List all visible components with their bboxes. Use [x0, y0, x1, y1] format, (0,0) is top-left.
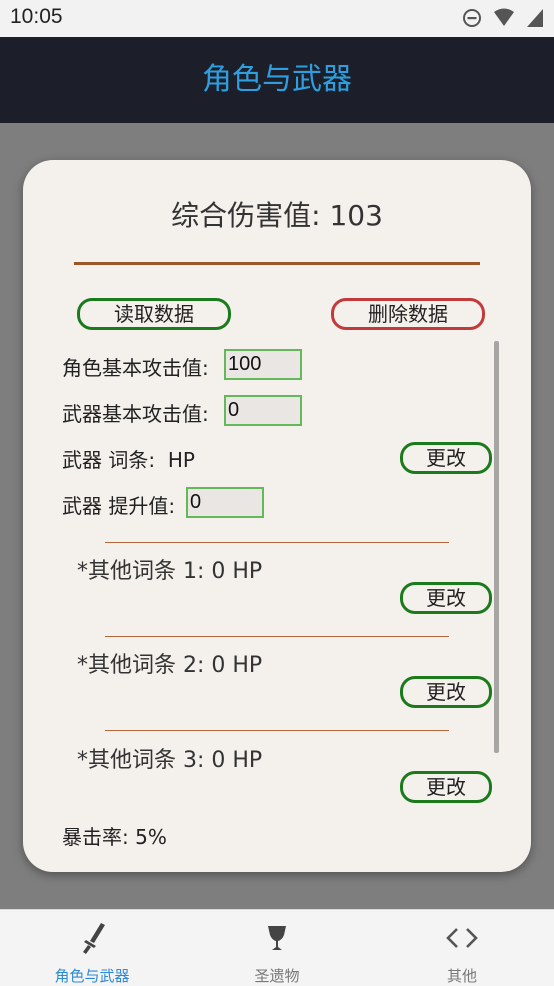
- weapon-base-atk-input[interactable]: 0: [224, 395, 302, 426]
- change-other-stat-3-button[interactable]: 更改: [400, 771, 492, 803]
- scrollbar[interactable]: [494, 341, 499, 753]
- weapon-stat-row: 武器 词条: HP: [62, 444, 195, 473]
- total-damage: 综合伤害值: 103: [171, 199, 383, 232]
- stats-card: 综合伤害值: 103 读取数据 删除数据 角色基本攻击值: 100 武器基本攻击…: [23, 160, 531, 872]
- weapon-base-atk-label: 武器基本攻击值:: [62, 402, 209, 426]
- nav-item-other[interactable]: 其他: [370, 910, 554, 986]
- app-title: 角色与武器: [202, 62, 352, 97]
- bottom-nav: 角色与武器 圣遗物 其他: [0, 909, 554, 986]
- char-base-atk-input[interactable]: 100: [224, 349, 302, 380]
- nav-label: 角色与武器: [54, 967, 130, 985]
- weapon-refine-label: 武器 提升值:: [62, 494, 176, 518]
- nav-item-character-weapon[interactable]: 角色与武器: [0, 910, 184, 986]
- weapon-stat-value: HP: [167, 448, 195, 472]
- change-weapon-stat-button[interactable]: 更改: [400, 442, 492, 474]
- nav-label: 其他: [446, 967, 477, 985]
- char-base-atk-label: 角色基本攻击值:: [62, 356, 209, 380]
- sword-icon: [0, 920, 184, 956]
- weapon-stat-label: 武器 词条:: [62, 448, 156, 472]
- divider: [105, 730, 449, 731]
- nav-item-artifacts[interactable]: 圣遗物: [185, 910, 369, 986]
- weapon-refine-input[interactable]: 0: [186, 487, 264, 518]
- divider: [105, 636, 449, 637]
- crit-rate: 暴击率: 5%: [62, 825, 167, 849]
- read-data-button[interactable]: 读取数据: [77, 298, 231, 330]
- change-other-stat-2-button[interactable]: 更改: [400, 676, 492, 708]
- app-bar: 角色与武器: [0, 37, 554, 123]
- change-other-stat-1-button[interactable]: 更改: [400, 582, 492, 614]
- code-brackets-icon: [370, 920, 554, 956]
- wifi-icon: [493, 8, 514, 26]
- status-bar: 10:05: [0, 0, 554, 37]
- other-stat-2: *其他词条 2: 0 HP: [77, 653, 263, 678]
- signal-icon: [527, 9, 543, 27]
- other-stat-1: *其他词条 1: 0 HP: [77, 559, 263, 584]
- status-icons: [456, 8, 544, 30]
- divider: [74, 262, 480, 265]
- divider: [105, 542, 449, 543]
- status-time: 10:05: [10, 5, 63, 28]
- do-not-disturb-icon: [462, 9, 481, 27]
- other-stat-3: *其他词条 3: 0 HP: [77, 748, 263, 773]
- nav-label: 圣遗物: [254, 967, 300, 985]
- delete-data-button[interactable]: 删除数据: [331, 298, 485, 330]
- goblet-icon: [185, 920, 369, 956]
